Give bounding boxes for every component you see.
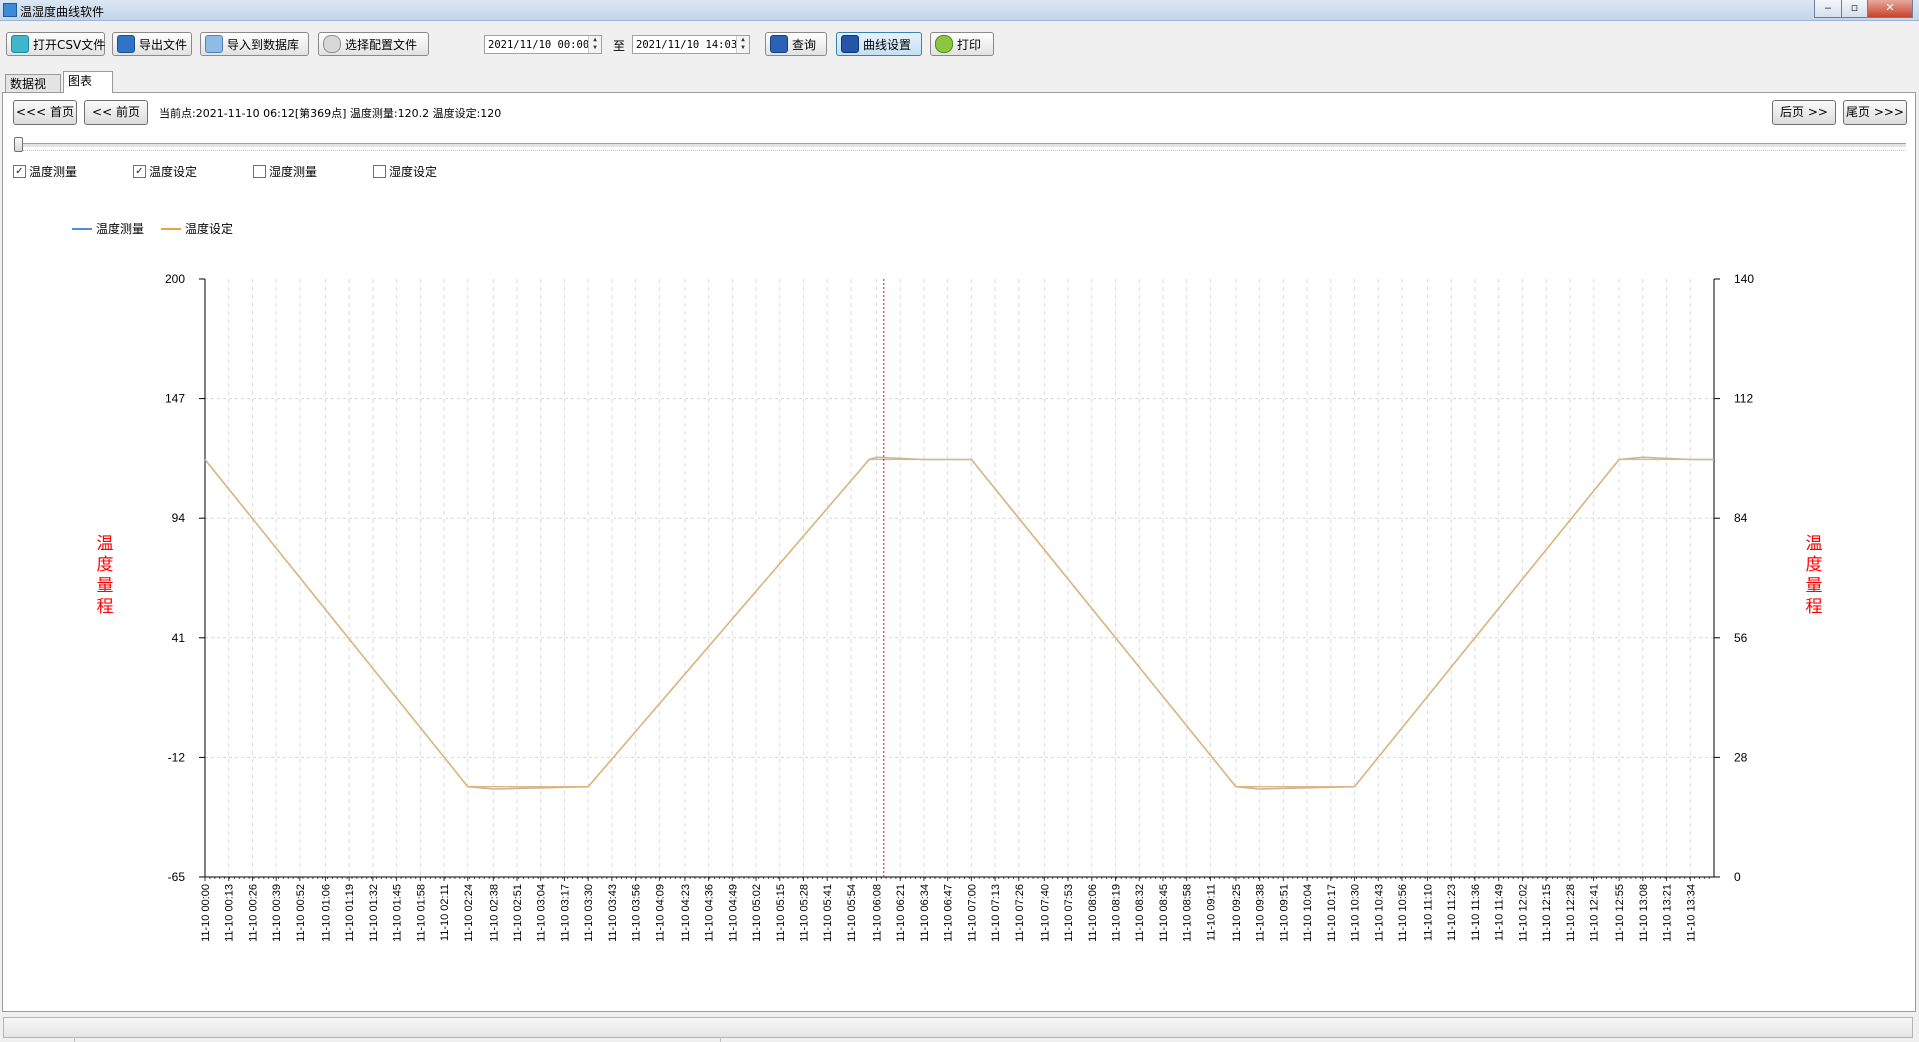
y-right-tick-label: 0: [1734, 870, 1741, 884]
x-tick-label: 11-10 04:49: [727, 884, 739, 942]
x-tick-label: 11-10 08:58: [1182, 884, 1194, 942]
x-tick-label: 11-10 01:06: [320, 884, 332, 942]
x-tick-label: 11-10 03:30: [583, 884, 595, 942]
x-tick-label: 11-10 12:02: [1517, 884, 1529, 942]
x-tick-label: 11-10 06:21: [895, 884, 907, 942]
x-tick-label: 11-10 11:36: [1470, 884, 1482, 941]
x-tick-label: 11-10 12:41: [1589, 884, 1601, 942]
y-left-tick-label: 147: [165, 392, 185, 406]
x-tick-label: 11-10 00:39: [271, 884, 283, 942]
x-tick-label: 11-10 12:15: [1541, 884, 1553, 942]
x-tick-label: 11-10 05:28: [798, 884, 810, 942]
x-tick-label: 11-10 03:56: [631, 884, 643, 942]
temperature-chart: 11-10 00:00 11-10 00:13 11-10 00:26 11-10 0…: [165, 272, 1754, 942]
x-tick-label: 11-10 11:10: [1423, 884, 1435, 941]
x-tick-label: 11-10 04:36: [704, 884, 716, 942]
x-tick-label: 11-10 00:52: [295, 884, 307, 942]
x-tick-label: 11-10 09:25: [1231, 884, 1243, 942]
x-tick-label: 11-10 11:49: [1494, 884, 1506, 941]
x-tick-label: 11-10 07:26: [1014, 884, 1026, 942]
x-tick-label: 11-10 08:45: [1158, 884, 1170, 942]
x-tick-label: 11-10 07:53: [1063, 884, 1075, 942]
x-tick-label: 11-10 10:17: [1326, 884, 1338, 942]
status-separator: [74, 1037, 75, 1042]
x-tick-label: 11-10 03:17: [559, 884, 571, 942]
x-tick-label: 11-10 07:40: [1039, 884, 1051, 942]
x-tick-label: 11-10 13:34: [1685, 884, 1697, 942]
x-tick-label: 11-10 08:06: [1087, 884, 1099, 942]
x-tick-label: 11-10 12:55: [1614, 884, 1626, 942]
x-tick-label: 11-10 07:13: [990, 884, 1002, 942]
x-tick-label: 11-10 05:02: [751, 884, 763, 942]
y-right-tick-label: 140: [1734, 272, 1754, 286]
x-tick-label: 11-10 03:04: [536, 884, 548, 942]
y-right-tick-label: 56: [1734, 631, 1748, 645]
y-left-tick-label: -65: [168, 870, 186, 884]
x-tick-label: 11-10 12:28: [1565, 884, 1577, 942]
x-tick-label: 11-10 06:47: [943, 884, 955, 942]
y-right-tick-label: 112: [1734, 392, 1753, 406]
y-left-tick-label: 200: [165, 272, 185, 286]
y-right-tick-label: 84: [1734, 511, 1748, 525]
x-tick-label: 11-10 08:32: [1134, 884, 1146, 942]
x-tick-label: 11-10 06:34: [919, 884, 931, 942]
x-tick-label: 11-10 08:19: [1111, 884, 1123, 942]
horizontal-scrollbar[interactable]: [3, 1017, 1913, 1038]
x-tick-label: 11-10 07:00: [966, 884, 978, 942]
x-tick-label: 11-10 01:19: [344, 884, 356, 942]
x-tick-label: 11-10 05:41: [822, 884, 834, 942]
x-tick-label: 11-10 05:15: [775, 884, 787, 942]
x-tick-label: 11-10 00:26: [247, 884, 259, 942]
x-tick-label: 11-10 01:32: [368, 884, 380, 942]
status-separator: [720, 1037, 721, 1042]
x-tick-label: 11-10 00:13: [224, 884, 236, 942]
x-tick-label: 11-10 02:11: [439, 884, 451, 941]
series-line-temp-measure: [204, 456, 1714, 790]
y-left-tick-label: -12: [168, 750, 186, 764]
status-bar: [0, 1015, 1919, 1042]
x-tick-label: 11-10 00:00: [200, 884, 212, 942]
x-tick-label: 11-10 11:23: [1446, 884, 1458, 941]
x-tick-label: 11-10 13:21: [1662, 884, 1674, 942]
x-tick-label: 11-10 03:43: [607, 884, 619, 942]
x-tick-label: 11-10 06:08: [871, 884, 883, 942]
y-right-tick-label: 28: [1734, 750, 1748, 764]
x-tick-label: 11-10 09:51: [1278, 884, 1290, 942]
x-tick-label: 11-10 02:51: [512, 884, 524, 942]
x-tick-label: 11-10 13:08: [1638, 884, 1650, 942]
x-tick-label: 11-10 10:56: [1397, 884, 1409, 942]
x-tick-label: 11-10 01:58: [415, 884, 427, 942]
tab-chart[interactable]: 图表: [63, 71, 113, 93]
y-left-tick-label: 94: [172, 511, 186, 525]
x-tick-label: 11-10 09:38: [1255, 884, 1267, 942]
y-left-tick-label: 41: [172, 631, 186, 645]
x-tick-label: 11-10 02:38: [488, 884, 500, 942]
x-tick-label: 11-10 10:43: [1373, 884, 1385, 942]
x-tick-label: 11-10 04:23: [680, 884, 692, 942]
x-tick-label: 11-10 09:11: [1205, 884, 1217, 941]
x-tick-label: 11-10 01:45: [392, 884, 404, 942]
x-tick-label: 11-10 10:04: [1302, 884, 1314, 942]
x-tick-label: 11-10 02:24: [463, 884, 475, 942]
x-tick-label: 11-10 10:30: [1350, 884, 1362, 942]
x-tick-label: 11-10 04:09: [654, 884, 666, 942]
x-tick-label: 11-10 05:54: [846, 884, 858, 942]
